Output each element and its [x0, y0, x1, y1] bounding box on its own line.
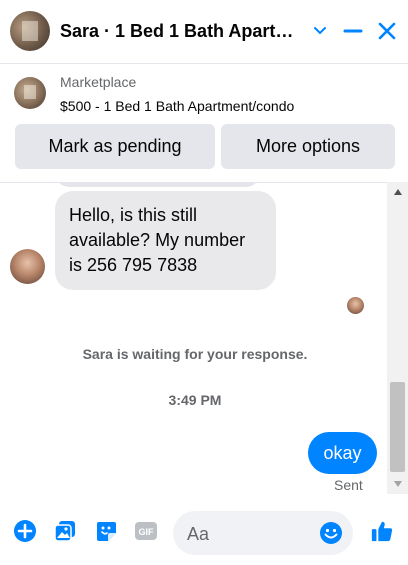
minimize-icon[interactable] — [340, 18, 366, 44]
marketplace-listing-bar: Marketplace $500 - 1 Bed 1 Bath Apartmen… — [0, 64, 408, 182]
emoji-icon[interactable] — [319, 521, 343, 545]
chat-scrollbar[interactable] — [387, 182, 408, 494]
sticker-icon[interactable] — [94, 519, 118, 543]
message-timestamp: 3:49 PM — [168, 392, 222, 408]
message-input-container[interactable] — [173, 511, 353, 557]
add-icon[interactable] — [13, 519, 37, 543]
chevron-down-icon[interactable] — [307, 18, 333, 44]
chat-header: Sara · 1 Bed 1 Bath Apartm... — [0, 0, 408, 64]
message-composer: GIF — [0, 494, 408, 565]
scroll-up-arrow-icon[interactable] — [387, 184, 408, 200]
photo-icon[interactable] — [53, 519, 77, 543]
close-icon[interactable] — [374, 18, 400, 44]
listing-thumbnail[interactable] — [14, 77, 46, 109]
like-icon[interactable] — [370, 519, 394, 543]
outgoing-message[interactable]: okay — [308, 432, 377, 474]
sent-status: Sent — [334, 477, 363, 493]
more-options-button[interactable]: More options — [221, 124, 395, 169]
incoming-message[interactable]: Hello, is this still available? My numbe… — [55, 191, 276, 290]
message-thread: Hello, is this still available? My numbe… — [0, 182, 408, 494]
chat-title[interactable]: Sara · 1 Bed 1 Bath Apartm... — [60, 21, 302, 42]
previous-message-bubble — [55, 183, 260, 187]
scroll-down-arrow-icon[interactable] — [387, 476, 408, 492]
marketplace-label: Marketplace — [60, 74, 137, 90]
seen-indicator-avatar — [347, 297, 364, 314]
listing-title[interactable]: $500 - 1 Bed 1 Bath Apartment/condo — [60, 98, 294, 114]
listing-avatar[interactable] — [10, 11, 50, 51]
scrollbar-thumb[interactable] — [390, 382, 405, 472]
message-input[interactable] — [185, 511, 319, 557]
waiting-notice: Sara is waiting for your response. — [82, 346, 308, 362]
svg-text:GIF: GIF — [139, 527, 155, 537]
sender-avatar[interactable] — [10, 249, 45, 284]
mark-as-pending-button[interactable]: Mark as pending — [15, 124, 215, 169]
gif-icon[interactable]: GIF — [134, 519, 158, 543]
